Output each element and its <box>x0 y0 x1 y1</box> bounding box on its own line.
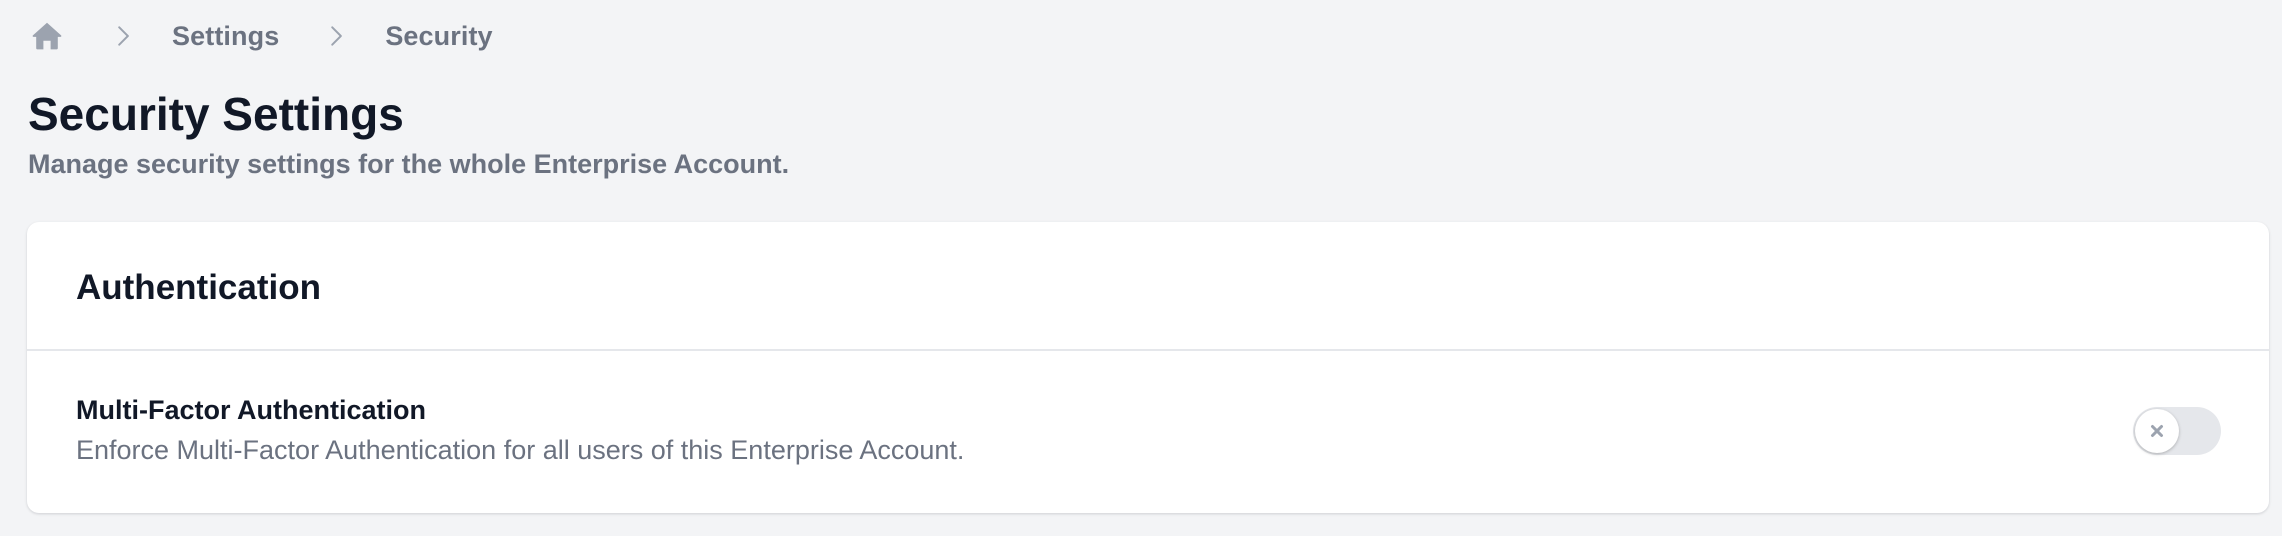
setting-description: Enforce Multi-Factor Authentication for … <box>76 435 965 465</box>
card-title: Authentication <box>76 268 321 307</box>
breadcrumb-security[interactable]: Security <box>385 21 492 52</box>
breadcrumb-home[interactable] <box>28 17 66 55</box>
authentication-card: Authentication Multi-Factor Authenticati… <box>27 222 2269 513</box>
home-icon <box>29 18 65 54</box>
chevron-right-icon <box>321 21 351 51</box>
x-icon <box>2148 422 2166 440</box>
breadcrumb-settings[interactable]: Settings <box>172 21 279 52</box>
card-header: Authentication <box>27 222 2269 351</box>
page-subtitle: Manage security settings for the whole E… <box>28 149 790 179</box>
chevron-right-icon <box>108 21 138 51</box>
page-title: Security Settings <box>28 88 404 140</box>
setting-row-mfa: Multi-Factor Authentication Enforce Mult… <box>27 351 2269 511</box>
mfa-toggle[interactable] <box>2133 407 2221 455</box>
setting-title: Multi-Factor Authentication <box>76 395 426 425</box>
breadcrumb: Settings Security <box>28 14 493 58</box>
toggle-knob <box>2135 409 2179 453</box>
